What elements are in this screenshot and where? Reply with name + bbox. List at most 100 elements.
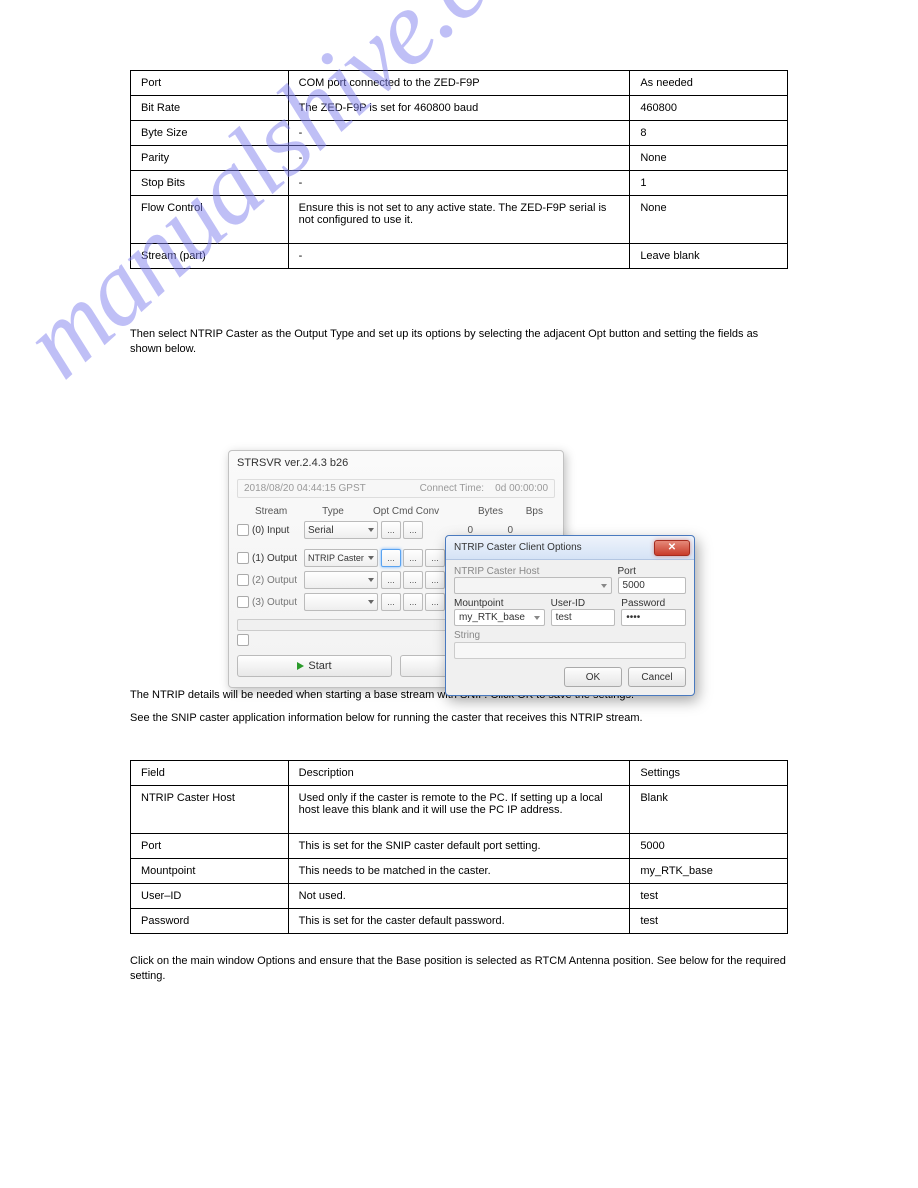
opt-button[interactable]: ...: [381, 521, 401, 539]
table-row: MountpointThis needs to be matched in th…: [131, 858, 788, 883]
chevron-down-icon: [368, 578, 374, 582]
chevron-down-icon: [534, 616, 540, 620]
checkbox[interactable]: [237, 634, 249, 646]
header-stream: Stream: [237, 506, 295, 517]
stream-label: (2) Output: [252, 575, 304, 586]
cmd-button[interactable]: ...: [403, 521, 423, 539]
ntrip-dialog: NTRIP Caster Client Options ✕ NTRIP Cast…: [445, 535, 695, 696]
port-input[interactable]: 5000: [618, 577, 686, 594]
password-label: Password: [621, 598, 686, 609]
start-button[interactable]: Start: [237, 655, 392, 677]
table-ntrip-settings: Field Description Settings NTRIP Caster …: [130, 760, 788, 934]
userid-input[interactable]: test: [551, 609, 616, 626]
table-row: User–IDNot used.test: [131, 883, 788, 908]
cell: None: [630, 196, 788, 244]
table-header-row: Field Description Settings: [131, 760, 788, 785]
cell: test: [630, 883, 788, 908]
close-button[interactable]: ✕: [654, 540, 690, 556]
cell: my_RTK_base: [630, 858, 788, 883]
connect-time-value: 0d 00:00:00: [495, 483, 548, 494]
status-bar: 2018/08/20 04:44:15 GPST Connect Time: 0…: [237, 479, 555, 498]
checkbox[interactable]: [237, 552, 249, 564]
table-row: PasswordThis is set for the caster defau…: [131, 908, 788, 933]
cell: Stop Bits: [131, 171, 289, 196]
cell: None: [630, 146, 788, 171]
cell: Stream (part): [131, 244, 289, 269]
cell: User–ID: [131, 883, 289, 908]
checkbox[interactable]: [237, 596, 249, 608]
stream-label: (0) Input: [252, 525, 304, 536]
header-bytes: Bytes: [453, 506, 503, 517]
table-row: PortCOM port connected to the ZED-F9PAs …: [131, 71, 788, 96]
host-label: NTRIP Caster Host: [454, 566, 612, 577]
userid-label: User-ID: [551, 598, 616, 609]
type-select[interactable]: [304, 571, 378, 589]
mountpoint-label: Mountpoint: [454, 598, 545, 609]
cell: -: [288, 146, 630, 171]
string-label: String: [454, 630, 686, 641]
conv-button[interactable]: ...: [425, 571, 445, 589]
cell: -: [288, 244, 630, 269]
type-select[interactable]: [304, 593, 378, 611]
ok-button[interactable]: OK: [564, 667, 622, 687]
cell: Leave blank: [630, 244, 788, 269]
stream-label: (1) Output: [252, 553, 304, 564]
table-serial-settings: PortCOM port connected to the ZED-F9PAs …: [130, 70, 788, 269]
opt-button[interactable]: ...: [381, 571, 401, 589]
cell: The ZED-F9P is set for 460800 baud: [288, 96, 630, 121]
cell: 1: [630, 171, 788, 196]
cell: As needed: [630, 71, 788, 96]
type-select[interactable]: NTRIP Caster: [304, 549, 378, 567]
body-paragraph: Click on the main window Options and ens…: [130, 954, 788, 985]
checkbox[interactable]: [237, 574, 249, 586]
cell: Port: [131, 833, 289, 858]
start-label: Start: [308, 660, 331, 672]
cell: This needs to be matched in the caster.: [288, 858, 630, 883]
table-row: Stream (part)-Leave blank: [131, 244, 788, 269]
chevron-down-icon: [368, 528, 374, 532]
cmd-button[interactable]: ...: [403, 593, 423, 611]
host-input[interactable]: [454, 577, 612, 594]
header-cell: Description: [288, 760, 630, 785]
checkbox[interactable]: [237, 524, 249, 536]
cell: Not used.: [288, 883, 630, 908]
cell: Parity: [131, 146, 289, 171]
cell: -: [288, 171, 630, 196]
column-headers: Stream Type Opt Cmd Conv Bytes Bps: [237, 504, 555, 519]
mountpoint-input[interactable]: my_RTK_base: [454, 609, 545, 626]
table-row: PortThis is set for the SNIP caster defa…: [131, 833, 788, 858]
chevron-down-icon: [368, 556, 374, 560]
stream-label: (3) Output: [252, 597, 304, 608]
table-row: Byte Size-8: [131, 121, 788, 146]
bytes-value: 0: [433, 525, 473, 536]
table-row: NTRIP Caster HostUsed only if the caster…: [131, 785, 788, 833]
cell: 460800: [630, 96, 788, 121]
body-paragraph: See the SNIP caster application informat…: [130, 711, 788, 726]
close-icon: ✕: [668, 542, 676, 553]
dialog-titlebar: NTRIP Caster Client Options ✕: [446, 536, 694, 560]
cell: This is set for the SNIP caster default …: [288, 833, 630, 858]
cell: Port: [131, 71, 289, 96]
table-row: Flow ControlEnsure this is not set to an…: [131, 196, 788, 244]
cmd-button[interactable]: ...: [403, 549, 423, 567]
type-select[interactable]: Serial: [304, 521, 378, 539]
conv-button[interactable]: ...: [425, 549, 445, 567]
cell: Flow Control: [131, 196, 289, 244]
header-optcmd: Opt Cmd Conv: [371, 506, 453, 517]
cell: COM port connected to the ZED-F9P: [288, 71, 630, 96]
cell: 5000: [630, 833, 788, 858]
port-label: Port: [618, 566, 686, 577]
cell: -: [288, 121, 630, 146]
opt-button[interactable]: ...: [381, 549, 401, 567]
table-row: Parity-None: [131, 146, 788, 171]
conv-button[interactable]: ...: [425, 593, 445, 611]
opt-button[interactable]: ...: [381, 593, 401, 611]
body-paragraph: Then select NTRIP Caster as the Output T…: [130, 327, 788, 358]
cancel-button[interactable]: Cancel: [628, 667, 686, 687]
cell: Bit Rate: [131, 96, 289, 121]
password-input[interactable]: ••••: [621, 609, 686, 626]
connect-time-label: Connect Time:: [420, 483, 484, 494]
chevron-down-icon: [601, 584, 607, 588]
cmd-button[interactable]: ...: [403, 571, 423, 589]
string-input[interactable]: [454, 642, 686, 659]
